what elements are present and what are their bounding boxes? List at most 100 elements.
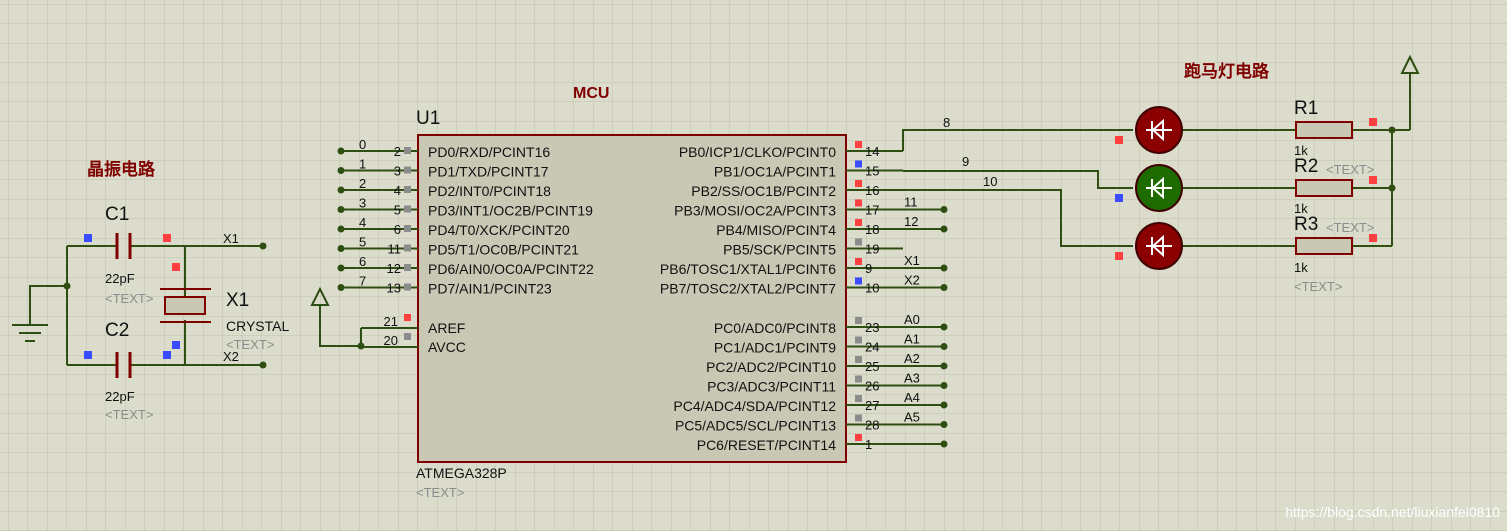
resistor-r3[interactable]	[1295, 237, 1353, 255]
pin-terminal[interactable]	[940, 284, 948, 291]
pin-net-label: 12	[904, 214, 918, 229]
pin-terminal[interactable]	[940, 362, 948, 370]
pin-net-label: X1	[904, 253, 920, 268]
avcc-junction	[357, 342, 365, 350]
pin-terminal[interactable]	[940, 401, 948, 409]
pin-marker	[404, 264, 411, 271]
pin-number: 28	[865, 418, 879, 433]
chip-part: ATMEGA328P	[416, 465, 507, 481]
r3-ref: R3	[1294, 214, 1318, 235]
pin-marker	[855, 375, 862, 383]
pin-name: PB7/TOSC2/XTAL2/PCINT7	[660, 281, 836, 297]
pin-marker	[855, 160, 862, 168]
pin-number: 19	[865, 242, 879, 257]
pin-marker	[404, 186, 411, 193]
pin-number: 1	[865, 437, 872, 452]
pin-terminal[interactable]	[940, 382, 948, 389]
pin-number: 17	[865, 203, 879, 218]
r3-value: 1k	[1294, 260, 1308, 275]
pin-name: PC2/ADC2/PCINT10	[706, 359, 836, 375]
pin-name: PC1/ADC1/PCINT9	[714, 340, 836, 356]
net-label-8: 8	[943, 115, 950, 130]
chip-ref: U1	[416, 108, 440, 129]
pin-number: 18	[865, 222, 879, 237]
chip-text-placeholder: <TEXT>	[416, 485, 464, 500]
pin-marker	[855, 258, 862, 265]
pin-terminal[interactable]	[940, 343, 948, 350]
pin-marker	[855, 395, 862, 402]
mcu-label: MCU	[573, 85, 609, 102]
pin-name: PD3/INT1/OC2B/PCINT19	[428, 203, 593, 219]
pin-terminal[interactable]	[940, 264, 948, 272]
pin-terminal[interactable]	[337, 264, 345, 272]
pin-number: 14	[865, 144, 879, 159]
c1-ref: C1	[105, 204, 129, 225]
pin-name: PD6/AIN0/OC0A/PCINT22	[428, 261, 594, 277]
pin-terminal[interactable]	[337, 167, 345, 174]
pin-name: PC4/ADC4/SDA/PCINT12	[673, 398, 836, 414]
pin-terminal[interactable]	[337, 206, 345, 213]
pin-number: 11	[388, 242, 402, 257]
pin-marker	[855, 356, 862, 363]
pin-name: AREF	[428, 320, 465, 336]
pin-name: PB2/SS/OC1B/PCINT2	[691, 183, 836, 199]
chip-right-pin-19: 19 PB5/SCK/PCINT5	[723, 238, 903, 258]
resistor-r2[interactable]	[1295, 179, 1353, 197]
pin-number: 2	[394, 144, 401, 159]
pin-number: 26	[865, 379, 879, 394]
c1-pin1	[84, 234, 92, 242]
pin-terminal[interactable]	[337, 284, 345, 291]
pin-terminal[interactable]	[940, 206, 948, 213]
pin-number: 9	[865, 261, 872, 276]
pin-number: 16	[865, 183, 879, 198]
r2-text-placeholder: <TEXT>	[1326, 162, 1374, 177]
r3-text-placeholder: <TEXT>	[1326, 220, 1374, 235]
pin-name: PB1/OC1A/PCINT1	[714, 164, 836, 180]
chip-right-pin-16: 16 PB2/SS/OC1B/PCINT2	[691, 180, 903, 199]
pin-number: 25	[865, 359, 879, 374]
pin-marker	[404, 333, 411, 340]
pin-net-label: A3	[904, 371, 920, 386]
pin-marker	[404, 166, 411, 174]
pin-net-label: 4	[359, 215, 366, 230]
pin-name: PB5/SCK/PCINT5	[723, 242, 836, 258]
pin-terminal[interactable]	[940, 440, 948, 448]
schematic-canvas[interactable]: MCU 晶振电路 跑马灯电路 C1 22pF <TEXT> C2 22pF <T…	[0, 0, 1507, 531]
pin-terminal[interactable]	[940, 421, 948, 428]
crystal-x2-terminal	[259, 361, 267, 369]
x1-pin1	[172, 263, 180, 271]
x1-ref: X1	[226, 290, 249, 311]
pin-net-label: A5	[904, 410, 920, 425]
pin-marker	[404, 283, 411, 291]
pin-net-label: 3	[359, 196, 366, 211]
crystal-net-x1: X1	[223, 231, 239, 246]
pin-net-label: A0	[904, 312, 920, 327]
pin-terminal[interactable]	[337, 186, 345, 194]
led-circuit-label: 跑马灯电路	[1184, 61, 1270, 81]
pin-terminal[interactable]	[337, 225, 345, 233]
pin-terminal[interactable]	[940, 323, 948, 331]
led-pin-marker	[1115, 194, 1123, 202]
pin-net-label: 7	[359, 274, 366, 289]
pin-terminal[interactable]	[337, 245, 345, 252]
r3-pin	[1369, 234, 1377, 242]
c1-text-placeholder: <TEXT>	[105, 291, 153, 306]
pin-marker	[855, 434, 862, 441]
crystal-net-x2: X2	[223, 349, 239, 364]
chip-right-pin-14: 14 PB0/ICP1/CLKO/PCINT0	[679, 141, 903, 160]
pin-marker	[855, 277, 862, 285]
net-label-10: 10	[983, 174, 997, 189]
pin-number: 10	[865, 281, 879, 296]
c2-pin2	[163, 351, 171, 359]
pin-terminal[interactable]	[940, 225, 948, 233]
pin-terminal[interactable]	[337, 147, 345, 155]
pin-net-label: A4	[904, 390, 920, 405]
pin-net-label: A1	[904, 332, 920, 347]
pin-name: PB4/MISO/PCINT4	[716, 222, 836, 238]
pin-name: AVCC	[428, 339, 466, 355]
resistor-r1[interactable]	[1295, 121, 1353, 139]
x1-value: CRYSTAL	[226, 318, 289, 334]
c2-text-placeholder: <TEXT>	[105, 407, 153, 422]
pin-number: 20	[384, 333, 398, 348]
pin-marker	[855, 317, 862, 324]
